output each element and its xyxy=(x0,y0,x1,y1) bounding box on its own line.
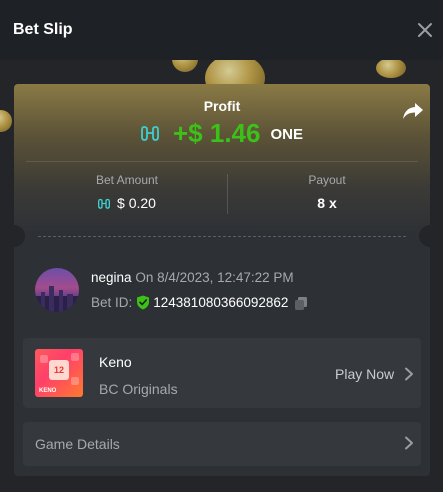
game-provider: BC Originals xyxy=(99,381,178,397)
keno-tile: 12 xyxy=(49,360,69,380)
coin-decoration xyxy=(376,60,406,78)
harmony-one-icon xyxy=(98,198,111,209)
play-now-link[interactable]: Play Now xyxy=(335,366,414,382)
harmony-one-icon xyxy=(141,126,159,141)
avatar[interactable] xyxy=(35,268,79,312)
payout-label: Payout xyxy=(308,173,346,187)
share-icon[interactable] xyxy=(402,101,424,121)
keno-thumbnail: 12 KENO xyxy=(35,349,83,397)
bet-slip-card: Profit +$ 1.46 ONE Bet Amount $ 0.20 Pay… xyxy=(14,84,430,476)
chevron-right-icon xyxy=(405,436,413,450)
bet-id-line: Bet ID: 124381080366092862 xyxy=(91,295,308,310)
ticket-notch-right xyxy=(419,225,430,247)
play-now-label: Play Now xyxy=(335,366,395,382)
game-card[interactable]: 12 KENO Keno BC Originals Play Now xyxy=(23,338,421,408)
payout-value: 8 x xyxy=(317,195,337,211)
game-details-row[interactable]: Game Details xyxy=(23,422,421,466)
copy-icon[interactable] xyxy=(294,296,308,310)
profit-value: +$ 1.46 xyxy=(173,117,261,148)
bet-amount-stat: Bet Amount $ 0.20 xyxy=(27,173,227,211)
game-name: Keno xyxy=(99,354,132,370)
coin-decoration xyxy=(0,110,12,132)
chevron-right-icon xyxy=(405,367,414,381)
bet-id-value: 124381080366092862 xyxy=(153,295,289,310)
profit-row: +$ 1.46 ONE xyxy=(14,118,430,148)
username[interactable]: negina xyxy=(91,270,132,285)
keno-thumb-label: KENO xyxy=(39,388,57,394)
verified-shield-icon xyxy=(137,295,150,310)
profit-currency: ONE xyxy=(270,125,303,143)
divider xyxy=(26,161,418,162)
close-icon[interactable] xyxy=(415,20,435,40)
page-title: Bet Slip xyxy=(13,21,73,38)
bet-amount-value: $ 0.20 xyxy=(117,195,156,211)
game-details-label: Game Details xyxy=(35,436,120,452)
bet-timestamp: On 8/4/2023, 12:47:22 PM xyxy=(135,270,294,285)
bet-id-label: Bet ID: xyxy=(91,295,133,310)
dashed-separator xyxy=(38,236,406,237)
payout-stat: Payout 8 x xyxy=(227,173,427,211)
profit-label: Profit xyxy=(203,98,241,114)
header-bar: Bet Slip xyxy=(0,0,443,60)
coin-decoration xyxy=(172,60,198,72)
bet-amount-label: Bet Amount xyxy=(95,173,159,187)
user-line: negina On 8/4/2023, 12:47:22 PM xyxy=(91,270,294,285)
